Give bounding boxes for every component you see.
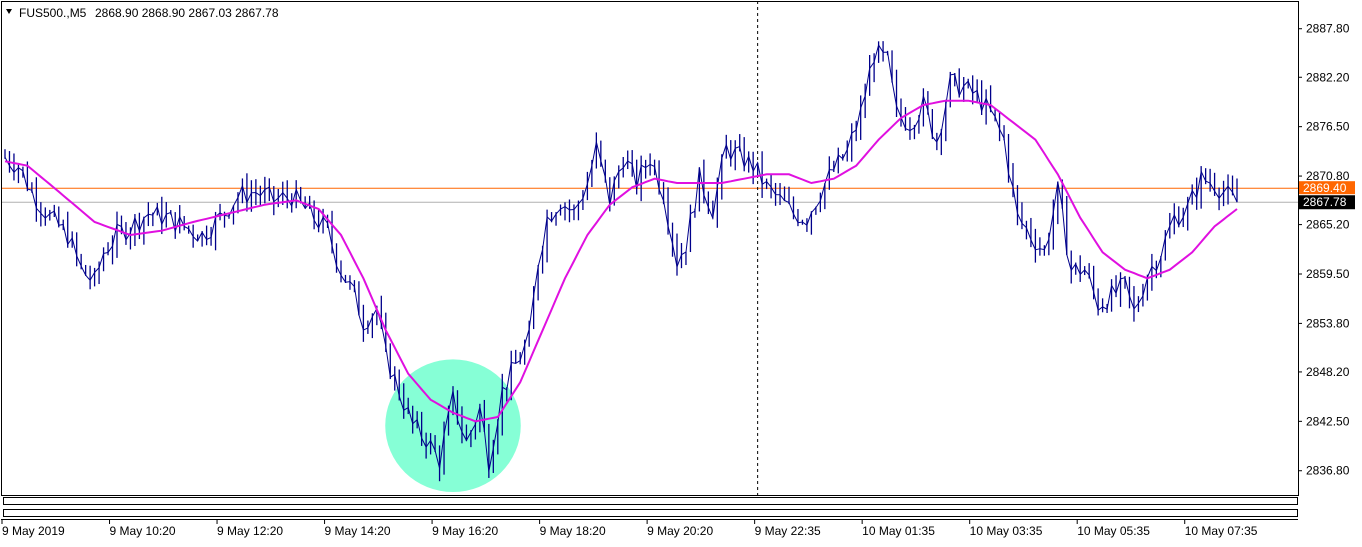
x-tick-label: 10 May 07:35 <box>1185 524 1258 538</box>
y-tick-label: 2882.20 <box>1306 70 1350 84</box>
x-tick-label: 9 May 20:20 <box>647 524 713 538</box>
x-tick-label: 9 May 2019 <box>2 524 65 538</box>
y-tick-label: 2865.20 <box>1306 218 1350 232</box>
x-tick-label: 10 May 01:35 <box>862 524 935 538</box>
level-lines-layer <box>1 1 1298 495</box>
current-price-label: 2867.78 <box>1303 195 1347 209</box>
dropdown-triangle-icon[interactable] <box>6 9 12 14</box>
y-tick-label: 2848.20 <box>1306 365 1350 379</box>
y-tick-label: 2853.80 <box>1306 316 1350 330</box>
y-tick-label: 2842.50 <box>1306 414 1350 428</box>
x-tick-label: 9 May 18:20 <box>540 524 606 538</box>
highlight-ellipse-layer <box>385 359 521 492</box>
y-tick-label: 2859.50 <box>1306 267 1350 281</box>
moving-average-layer <box>4 99 1238 423</box>
price-series-layer <box>4 41 1238 482</box>
y-tick-label: 2876.50 <box>1306 120 1350 134</box>
x-tick-label: 9 May 14:20 <box>325 524 391 538</box>
x-tick-label: 9 May 22:35 <box>755 524 821 538</box>
indicator-subwindow-1[interactable] <box>3 497 1298 505</box>
plot-border <box>1 1 1299 496</box>
indicator-subwindow-2[interactable] <box>3 509 1298 517</box>
y-tick-label: 2836.80 <box>1306 464 1350 478</box>
x-tick-label: 9 May 10:20 <box>110 524 176 538</box>
x-tick-label: 9 May 12:20 <box>217 524 283 538</box>
x-tick-label: 10 May 05:35 <box>1077 524 1150 538</box>
symbol-label: FUS500.,M5 <box>19 6 87 20</box>
chart-header: FUS500.,M5 2868.90 2868.90 2867.03 2867.… <box>6 6 279 20</box>
price-axis[interactable]: 2887.802882.202876.502870.802865.202859.… <box>1298 22 1355 478</box>
highlight-ellipse[interactable] <box>385 359 521 492</box>
chart-frame <box>1 1 1299 517</box>
chart-window[interactable]: 2887.80 2882.20 2876.50 2870.80 2865.20 2859.… <box>0 0 1362 542</box>
ohlc-values: 2868.90 2868.90 2867.03 2867.78 <box>95 6 279 20</box>
y-tick-label: 2887.80 <box>1306 22 1350 36</box>
x-tick-label: 10 May 03:35 <box>970 524 1043 538</box>
x-tick-label: 9 May 16:20 <box>432 524 498 538</box>
price-chart[interactable]: 2887.802882.202876.502870.802865.202859.… <box>0 0 1362 542</box>
moving-average-line[interactable] <box>4 99 1238 423</box>
price-close-line <box>4 43 1238 472</box>
level-badge-label: 2869.40 <box>1303 181 1347 195</box>
time-axis[interactable]: 9 May 2019 9 May 10:20 9 May 12:20 9 May 14… <box>1 519 1298 538</box>
